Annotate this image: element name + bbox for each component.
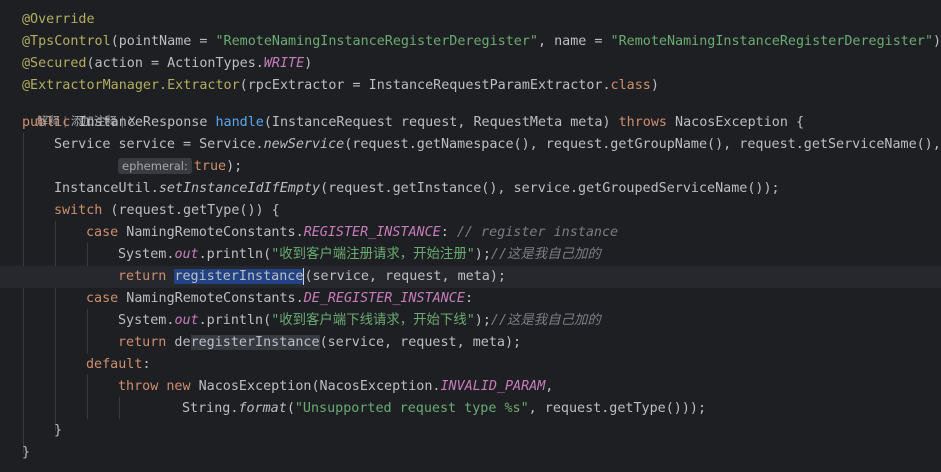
- code-line-4[interactable]: @ExtractorManager.Extractor(rpcExtractor…: [0, 75, 941, 97]
- keyword-token: case: [86, 291, 119, 306]
- code-token: (request.getNamespace(), request.getGrou…: [344, 137, 941, 152]
- code-token: );: [226, 159, 243, 174]
- constant-token: REGISTER_INSTANCE: [303, 225, 441, 240]
- code-token: (: [286, 401, 295, 416]
- keyword-token: default: [86, 357, 143, 372]
- keyword-token: throw: [118, 379, 159, 394]
- code-line-15[interactable]: return deregisterInstance(service, reque…: [0, 332, 941, 354]
- keyword-token: return: [118, 335, 167, 350]
- string-literal: "Unsupported request type %s": [294, 401, 529, 416]
- code-token: Service service = Service.: [54, 137, 264, 152]
- code-token: (action = ActionTypes.: [86, 56, 264, 71]
- method-name: handle: [215, 115, 264, 130]
- static-method: format: [238, 401, 287, 416]
- code-token: ): [933, 34, 941, 49]
- code-line-3[interactable]: @Secured(action = ActionTypes.WRITE): [0, 53, 941, 75]
- code-token: , name =: [537, 34, 611, 49]
- closing-brace: }: [22, 445, 31, 460]
- code-token: InstanceUtil.: [54, 181, 159, 196]
- code-line-1[interactable]: @Override: [0, 9, 941, 31]
- field-token: out: [174, 247, 199, 262]
- code-line-12-current[interactable]: return registerInstance(service, request…: [0, 266, 941, 288]
- code-token: .println(: [198, 313, 272, 328]
- code-line-5[interactable]: public InstanceResponse handle(InstanceR…: [0, 112, 941, 134]
- code-line-10[interactable]: case NamingRemoteConstants.REGISTER_INST…: [0, 222, 941, 244]
- code-token: System.: [118, 247, 175, 262]
- code-token: NacosException(NacosException.: [190, 379, 441, 394]
- keyword-token: new: [166, 379, 191, 394]
- annotation-tps-control: @TpsControl: [22, 34, 111, 49]
- comment-token: //这是我自己加的: [490, 313, 601, 328]
- static-method: setInstanceIdIfEmpty: [158, 181, 321, 196]
- annotation-override: @Override: [22, 12, 95, 27]
- constant-token: INVALID_PARAM: [440, 379, 546, 394]
- annotation-extractor: @ExtractorManager.Extractor: [22, 78, 240, 93]
- code-line-18[interactable]: String.format("Unsupported request type …: [0, 398, 941, 420]
- code-line-13[interactable]: case NamingRemoteConstants.DE_REGISTER_I…: [0, 288, 941, 310]
- code-token: NacosException {: [666, 115, 805, 130]
- code-editor[interactable]: @Override @TpsControl(pointName = "Remot…: [0, 0, 941, 472]
- code-token: (InstanceRequest request, RequestMeta me…: [263, 115, 619, 130]
- code-line-17[interactable]: throw new NacosException(NacosException.…: [0, 376, 941, 398]
- code-token: (service, request, meta);: [319, 335, 522, 350]
- keyword-token: throws: [618, 115, 667, 130]
- code-line-14[interactable]: System.out.println("收到客户端下线请求，开始下线");//这…: [0, 310, 941, 332]
- code-token: String.: [182, 401, 239, 416]
- string-literal: "RemoteNamingInstanceRegisterDeregister": [215, 34, 538, 49]
- code-line-8[interactable]: InstanceUtil.setInstanceIdIfEmpty(reques…: [0, 178, 941, 200]
- static-method: newService: [263, 137, 345, 152]
- code-token: NamingRemoteConstants.: [118, 225, 304, 240]
- comment-token: //这是我自己加的: [490, 247, 601, 262]
- code-token: NamingRemoteConstants.: [118, 291, 304, 306]
- code-line-2[interactable]: @TpsControl(pointName = "RemoteNamingIns…: [0, 31, 941, 53]
- closing-brace: }: [54, 423, 63, 438]
- parameter-inlay-hint: ephemeral:: [118, 158, 192, 174]
- code-line-20[interactable]: }: [0, 442, 941, 464]
- code-token: InstanceResponse: [70, 115, 216, 130]
- code-line-9[interactable]: switch (request.getType()) {: [0, 200, 941, 222]
- code-token: :: [142, 357, 151, 372]
- code-line-19[interactable]: }: [0, 420, 941, 442]
- code-token: de: [166, 335, 191, 350]
- code-token: (request.getType()) {: [102, 203, 280, 218]
- keyword-token: class: [610, 78, 651, 93]
- code-token: :: [440, 225, 457, 240]
- code-token: (request.getInstance(), service.getGroup…: [320, 181, 780, 196]
- selected-text[interactable]: registerInstance: [174, 269, 304, 284]
- code-token: (rpcExtractor = InstanceRequestParamExtr…: [239, 78, 611, 93]
- code-line-16[interactable]: default:: [0, 354, 941, 376]
- code-token: :: [464, 291, 473, 306]
- occurrence-highlight: registerInstance: [190, 335, 320, 350]
- code-token: .println(: [198, 247, 272, 262]
- code-token: System.: [118, 313, 175, 328]
- annotation-secured: @Secured: [22, 56, 87, 71]
- code-token: );: [474, 313, 491, 328]
- comment-token: // register instance: [456, 225, 619, 240]
- code-token: );: [474, 247, 491, 262]
- code-token: (pointName =: [110, 34, 216, 49]
- string-literal: "RemoteNamingInstanceRegisterDeregister": [610, 34, 934, 49]
- string-literal: "收到客户端下线请求，开始下线": [271, 313, 475, 328]
- code-token: ): [304, 56, 313, 71]
- field-token: out: [174, 313, 199, 328]
- code-token: ,: [545, 379, 554, 394]
- code-vision-bar: 解释 | 添加注释 | X: [22, 94, 136, 128]
- code-token: (service, request, meta);: [304, 269, 506, 284]
- keyword-token: switch: [54, 203, 103, 218]
- code-line-7[interactable]: ephemeral: true);: [0, 156, 941, 178]
- string-literal: "收到客户端注册请求，开始注册": [271, 247, 475, 262]
- keyword-token: return: [118, 269, 167, 284]
- code-token: , request.getType()));: [528, 401, 707, 416]
- keyword-token: true: [193, 159, 227, 174]
- code-token: ): [650, 78, 659, 93]
- constant-token: WRITE: [263, 56, 305, 71]
- keyword-token: case: [86, 225, 119, 240]
- constant-token: DE_REGISTER_INSTANCE: [303, 291, 465, 306]
- code-line-6[interactable]: Service service = Service.newService(req…: [0, 134, 941, 156]
- code-line-11[interactable]: System.out.println("收到客户端注册请求，开始注册");//这…: [0, 244, 941, 266]
- keyword-token: public: [22, 115, 71, 130]
